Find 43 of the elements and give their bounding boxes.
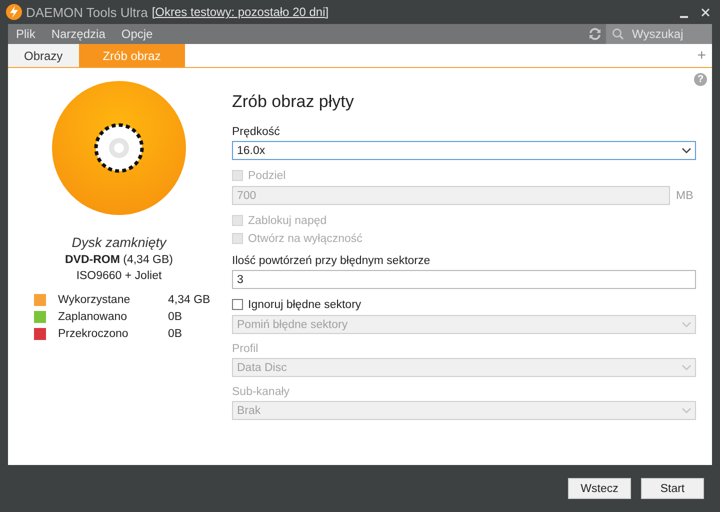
- legend-value: 0B: [168, 311, 184, 323]
- legend-value: 0B: [168, 328, 184, 340]
- checkbox-label: Zablokuj napęd: [248, 214, 327, 226]
- chevron-down-icon: [682, 322, 691, 328]
- dialog-button[interactable]: Start: [641, 478, 704, 499]
- search-icon: [612, 28, 624, 40]
- chevron-down-icon: [682, 364, 691, 370]
- disc-status: Dysk zamknięty: [72, 235, 166, 250]
- checkbox-label: Ignoruj błędne sektory: [248, 298, 362, 310]
- dropdown[interactable]: 16.0x: [232, 141, 696, 160]
- input-field[interactable]: 3: [232, 270, 696, 289]
- field-label: Sub-kanały: [232, 385, 291, 399]
- tab[interactable]: Obrazy: [8, 44, 79, 67]
- legend-label: Zaplanowano: [58, 311, 128, 323]
- close-icon[interactable]: [701, 8, 710, 16]
- checkbox-label: Podziel: [248, 170, 286, 182]
- checkbox[interactable]: [232, 299, 243, 310]
- add-tab-button[interactable]: +: [691, 44, 712, 67]
- unit-label: MB: [676, 190, 694, 202]
- checkbox-label: Otwórz na wyłączność: [248, 232, 362, 244]
- search-field[interactable]: Wyszukaj: [606, 24, 712, 44]
- trial-link[interactable]: [Okres testowy: pozostało 20 dni]: [152, 5, 329, 19]
- chevron-down-icon: [682, 148, 691, 154]
- bolt-logo-icon: [6, 4, 22, 20]
- menu-item[interactable]: Plik: [8, 24, 44, 44]
- legend-label: Wykorzystane: [58, 294, 132, 306]
- tab[interactable]: Zrób obraz: [78, 44, 185, 67]
- field-label: Profil: [232, 342, 260, 356]
- dialog-button[interactable]: Wstecz: [568, 478, 631, 499]
- window-title: DAEMON Tools Ultra: [26, 4, 148, 20]
- chevron-down-icon: [682, 408, 691, 414]
- disc-icon: [51, 80, 187, 216]
- help-button[interactable]: ?: [694, 73, 707, 86]
- menu-item[interactable]: Opcje: [113, 24, 161, 44]
- form-title: Zrób obraz płyty: [232, 92, 355, 112]
- file-system: ISO9660 + Joliet: [76, 270, 162, 282]
- menu-item[interactable]: Narzędzia: [43, 24, 114, 44]
- refresh-icon[interactable]: [588, 27, 602, 41]
- legend-value: 4,34 GB: [168, 294, 212, 306]
- field-label: Prędkość: [232, 125, 281, 139]
- field-label: Ilość powtórzeń przy błędnym sektorze: [232, 254, 432, 268]
- disc-type: DVD-ROM (4,34 GB): [64, 254, 173, 266]
- legend-label: Przekroczono: [58, 328, 130, 340]
